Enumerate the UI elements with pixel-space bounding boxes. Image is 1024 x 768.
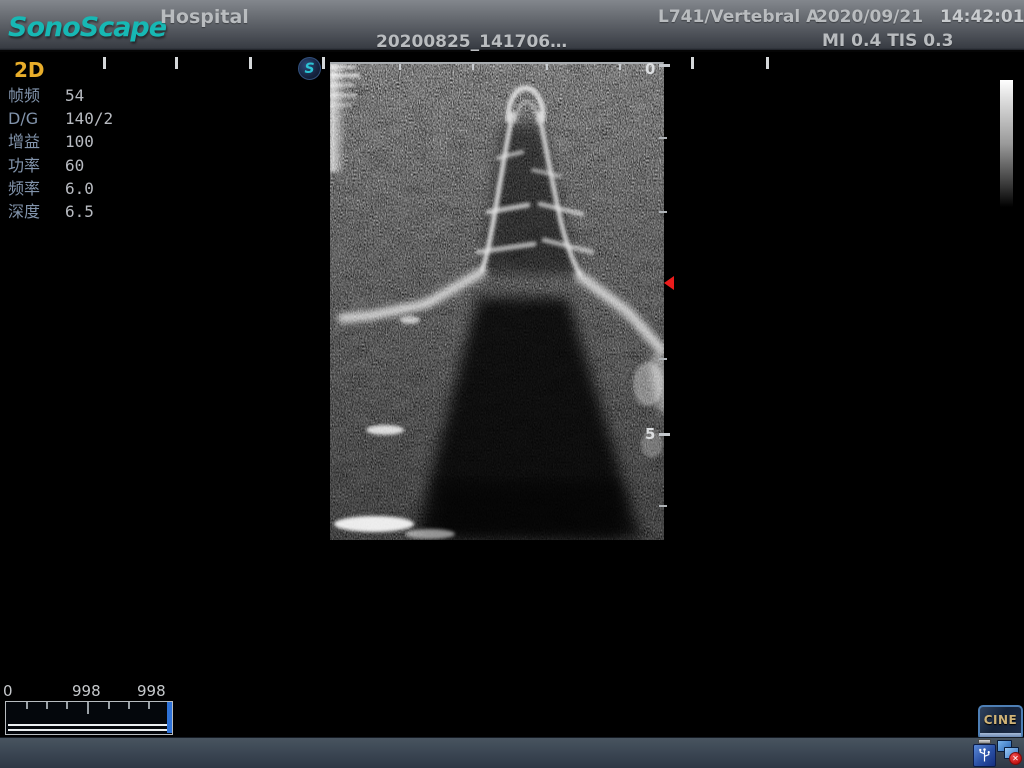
s-probe-marker-icon: S	[298, 57, 321, 80]
depth-tick	[659, 137, 667, 139]
header-bar: SonoScape Hospital 20200825_141706… L741…	[0, 0, 1024, 52]
usb-device-icon[interactable]	[973, 739, 996, 766]
depth-tick	[659, 64, 670, 67]
param-label: 频率	[8, 177, 65, 200]
depth-tick	[659, 358, 667, 360]
param-row-power: 功率 60	[8, 154, 113, 177]
probe-preset: L741/Vertebral A	[658, 7, 819, 27]
cine-start-frame: 0	[3, 682, 13, 700]
scrubber-tick	[108, 702, 110, 709]
param-row-frequency: 频率 6.0	[8, 177, 113, 200]
param-row-dynamic-range: D/G 140/2	[8, 107, 113, 130]
param-value: 54	[65, 84, 84, 107]
ultrasound-speckle-render	[330, 62, 664, 540]
cine-position-handle[interactable]	[167, 702, 172, 733]
depth-scale-top-label: 0	[645, 60, 655, 78]
param-label: 功率	[8, 154, 65, 177]
ruler-tick	[249, 57, 252, 69]
network-error-badge: ✕	[1009, 752, 1022, 765]
usb-body	[973, 744, 996, 767]
brand-logo: SonoScape	[8, 12, 166, 43]
cine-scrubber[interactable]	[5, 701, 173, 735]
clock: 14:42:01	[940, 7, 1024, 27]
ruler-tick	[546, 64, 548, 70]
facility-name: Hospital	[160, 6, 249, 28]
param-row-frame-rate: 帧频 54	[8, 84, 113, 107]
focus-depth-marker-icon	[664, 276, 674, 290]
param-value: 60	[65, 154, 84, 177]
ultrasound-console-screen: SonoScape Hospital 20200825_141706… L741…	[0, 0, 1024, 768]
usb-trident-glyph	[976, 747, 993, 764]
param-label: D/G	[8, 107, 65, 130]
scrubber-tick	[87, 702, 89, 714]
cine-button-label: CINE	[980, 707, 1021, 733]
ruler-tick	[399, 64, 401, 70]
scrubber-track-line	[8, 724, 169, 731]
cine-current-frame: 998	[72, 682, 101, 700]
scrubber-tick	[26, 702, 28, 709]
depth-tick	[659, 433, 670, 436]
param-value: 100	[65, 130, 94, 153]
ruler-tick	[619, 64, 621, 70]
param-label: 帧频	[8, 84, 65, 107]
param-value: 6.0	[65, 177, 94, 200]
date: 2020/09/21	[816, 7, 923, 27]
scrubber-tick	[66, 702, 68, 709]
ruler-tick	[103, 57, 106, 69]
ruler-tick	[472, 64, 474, 70]
scrubber-tick	[148, 702, 150, 709]
param-label: 增益	[8, 130, 65, 153]
grayscale-bar	[1000, 80, 1013, 207]
param-value: 6.5	[65, 200, 94, 223]
cine-total-frames: 998	[137, 682, 166, 700]
scrubber-tick	[46, 702, 48, 709]
ruler-tick	[175, 57, 178, 69]
param-row-depth: 深度 6.5	[8, 200, 113, 223]
exam-id: 20200825_141706…	[376, 32, 567, 52]
taskbar	[0, 737, 1024, 768]
param-label: 深度	[8, 200, 65, 223]
probe-marker-letter: S	[304, 61, 314, 77]
depth-tick	[659, 211, 667, 213]
mode-label: 2D	[14, 58, 45, 82]
param-value: 140/2	[65, 107, 113, 130]
ruler-tick	[322, 57, 325, 69]
depth-tick	[659, 505, 667, 507]
acoustic-output-indices: MI 0.4 TIS 0.3	[822, 31, 953, 51]
network-disconnected-icon[interactable]: ✕	[997, 740, 1023, 766]
cine-button[interactable]: CINE	[978, 705, 1023, 740]
ruler-tick	[766, 57, 769, 69]
ultrasound-image[interactable]	[330, 62, 664, 540]
depth-scale-bottom-label: 5	[645, 425, 655, 443]
horizontal-ruler-line	[330, 62, 663, 64]
scrubber-tick	[128, 702, 130, 709]
param-row-gain: 增益 100	[8, 130, 113, 153]
imaging-parameters: 帧频 54 D/G 140/2 增益 100 功率 60 频率 6.0 深度 6…	[8, 84, 113, 223]
ruler-tick	[691, 57, 694, 69]
